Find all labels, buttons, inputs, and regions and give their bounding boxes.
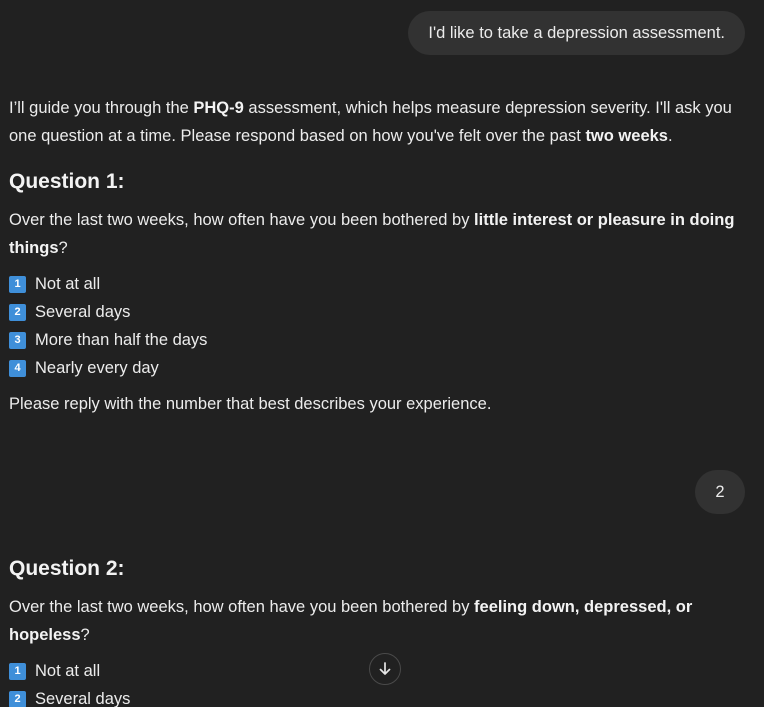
- user-message-bubble: I'd like to take a depression assessment…: [408, 11, 745, 55]
- question-1-heading: Question 1:: [9, 170, 125, 193]
- intro-bold-phq9: PHQ-9: [193, 99, 244, 117]
- question-2-text-plain: ?: [80, 626, 90, 644]
- option-item: 4 Nearly every day: [9, 354, 746, 382]
- assistant-message: I’ll guide you through the PHQ-9 assessm…: [9, 94, 746, 150]
- question-2-text-block: Over the last two weeks, how often have …: [9, 593, 746, 649]
- option-label: Not at all: [35, 275, 101, 293]
- option-label: Several days: [35, 690, 131, 707]
- question-2-text-plain: Over the last two weeks, how often have …: [9, 598, 475, 616]
- keycap-number-icon: 4: [9, 359, 26, 377]
- intro-paragraph: I’ll guide you through the PHQ-9 assessm…: [9, 94, 746, 150]
- arrow-down-icon: [379, 662, 391, 675]
- option-item: 2 Several days: [9, 685, 746, 707]
- user-message-bubble: 2: [695, 470, 745, 514]
- question-1-block: Question 1:: [9, 168, 746, 196]
- question-2-block: Question 2:: [9, 555, 746, 583]
- option-label: Several days: [35, 303, 131, 321]
- keycap-number-icon: 1: [9, 275, 26, 293]
- option-label: More than half the days: [35, 331, 208, 349]
- intro-text: I’ll guide you through the: [9, 99, 194, 117]
- user-message-text: I'd like to take a depression assessment…: [428, 24, 725, 42]
- question-1-footer: Please reply with the number that best d…: [9, 395, 492, 413]
- keycap-number-icon: 1: [9, 662, 26, 680]
- intro-bold-two-weeks: two weeks: [585, 127, 668, 145]
- question-1-text-plain: ?: [58, 239, 68, 257]
- question-1-text: Over the last two weeks, how often have …: [9, 206, 746, 262]
- option-item: 3 More than half the days: [9, 326, 746, 354]
- keycap-number-icon: 3: [9, 331, 26, 349]
- intro-text: .: [667, 127, 673, 145]
- option-label: Not at all: [35, 662, 101, 680]
- option-item: 1 Not at all: [9, 270, 746, 298]
- option-label: Nearly every day: [35, 359, 159, 377]
- keycap-number-icon: 2: [9, 690, 26, 707]
- question-1-options: 1 Not at all 2 Several days 3 More than …: [9, 270, 746, 382]
- question-2-heading: Question 2:: [9, 557, 125, 580]
- question-1-text-block: Over the last two weeks, how often have …: [9, 206, 746, 262]
- question-1-text-plain: Over the last two weeks, how often have …: [9, 211, 475, 229]
- question-2-text: Over the last two weeks, how often have …: [9, 593, 746, 649]
- option-item: 2 Several days: [9, 298, 746, 326]
- user-message-text: 2: [715, 483, 725, 501]
- question-1-footer-block: Please reply with the number that best d…: [9, 390, 746, 418]
- scroll-to-bottom-button[interactable]: [369, 653, 401, 685]
- keycap-number-icon: 2: [9, 303, 26, 321]
